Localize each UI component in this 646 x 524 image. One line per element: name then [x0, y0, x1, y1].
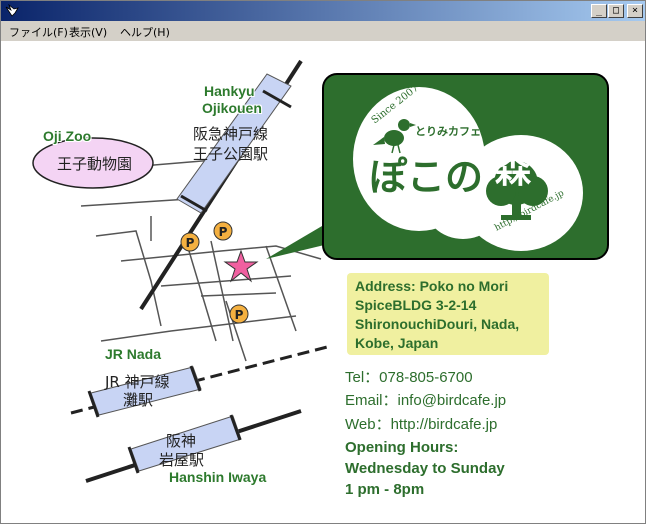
hours-line: 1 pm - 8pm — [345, 481, 425, 498]
email-text: Email：info@birdcafe.jp — [345, 392, 507, 409]
menu-file[interactable]: ファイル(F) — [9, 24, 68, 40]
street — [80, 198, 190, 207]
parking-letter: P — [186, 236, 195, 250]
logo-name-tree: 森 — [495, 150, 532, 191]
jr-en-label: JR Nada — [105, 346, 162, 362]
address-box: Address: Poko no Mori SpiceBLDG 3-2-14 S… — [347, 273, 549, 355]
minimize-button[interactable]: _ — [591, 4, 607, 18]
logo-name: ぽこの — [369, 155, 484, 199]
address-line: Kobe, Japan — [355, 335, 439, 351]
parking-icon: P — [229, 304, 249, 324]
parking-icon: P — [180, 232, 200, 252]
logo-subtitle: とりみカフェ — [415, 125, 481, 138]
bird-body — [384, 130, 404, 146]
menu-help[interactable]: ヘルプ(H) — [120, 24, 170, 40]
address-line: Address: Poko no Mori — [355, 278, 509, 294]
zoo-en-label: Oji Zoo — [43, 128, 92, 144]
content-area: P P P Hankyu Ojikouen 阪急神戸線 王子公園駅 Oji Zo… — [1, 41, 645, 523]
street — [200, 292, 277, 297]
address-line: ShironouchiDouri, Nada, — [355, 316, 520, 332]
hanshin-jp-label: 岩屋駅 — [159, 451, 205, 469]
title-bar[interactable]: _ □ × — [1, 1, 645, 21]
close-button[interactable]: × — [627, 4, 643, 18]
cafe-location-star-icon — [223, 249, 259, 283]
hankyu-jp-label: 王子公園駅 — [193, 145, 269, 163]
maximize-button[interactable]: □ — [608, 4, 624, 18]
parking-icon: P — [213, 221, 233, 241]
hankyu-en-label: Ojikouen — [202, 100, 262, 116]
address-line: SpiceBLDG 3-2-14 — [355, 297, 477, 313]
hanshin-en-label: Hanshin Iwaya — [169, 469, 267, 485]
street — [100, 315, 297, 342]
bird-head — [398, 119, 410, 131]
menu-bar: ファイル(F) 表示(V) ヘルプ(H) — [1, 21, 645, 41]
hours-line: Wednesday to Sunday — [345, 460, 505, 477]
app-window: _ □ × ファイル(F) 表示(V) ヘルプ(H) P P P Hankyu … — [0, 0, 646, 524]
hanshin-jp-label: 阪神 — [166, 432, 197, 450]
street — [95, 230, 162, 327]
menu-view[interactable]: 表示(V) — [69, 24, 107, 40]
parking-letter: P — [235, 308, 244, 322]
parking-letter: P — [219, 225, 228, 239]
opening-hours: Opening Hours: Wednesday to Sunday 1 pm … — [345, 437, 505, 500]
web-text: Web：http://birdcafe.jp — [345, 416, 498, 433]
tel-text: Tel：078-805-6700 — [345, 369, 473, 386]
bird-app-icon — [5, 4, 19, 17]
hours-line: Opening Hours: — [345, 439, 459, 456]
zoo-jp-label: 王子動物園 — [57, 155, 133, 173]
hankyu-en-label: Hankyu — [204, 83, 255, 99]
street — [160, 275, 292, 287]
jr-jp-label: 灘駅 — [123, 391, 154, 409]
hankyu-jp-label: 阪急神戸線 — [193, 125, 269, 143]
